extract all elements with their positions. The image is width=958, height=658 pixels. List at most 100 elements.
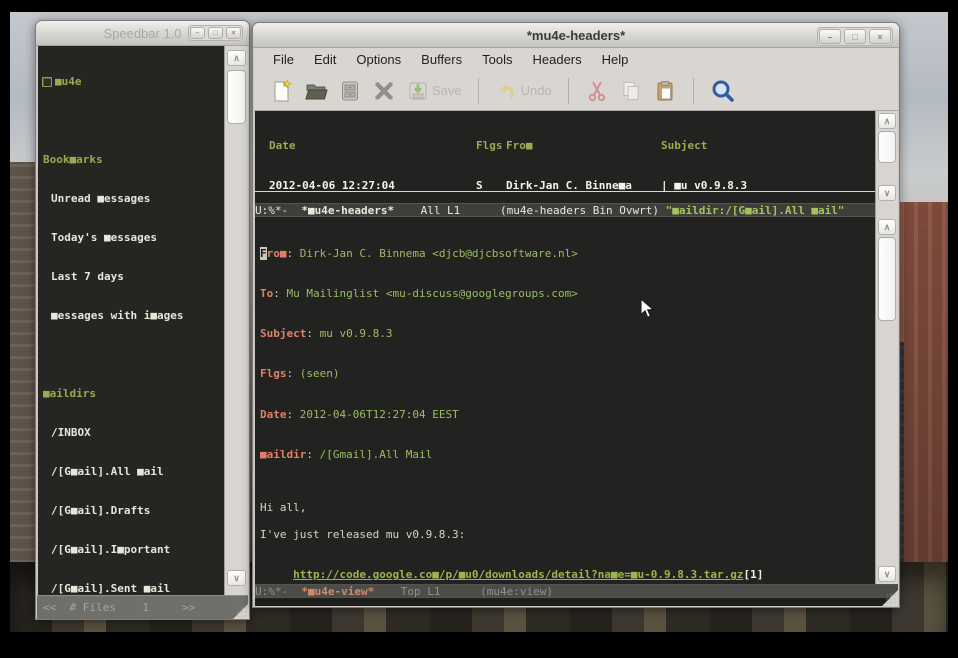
minimize-button[interactable]: – (819, 29, 841, 44)
footnote-ref: [1] (743, 568, 763, 581)
bookmarks-heading: Book■arks (38, 153, 224, 166)
menu-help[interactable]: Help (593, 50, 638, 69)
open-file-button[interactable] (304, 79, 328, 103)
undo-icon (495, 79, 519, 103)
mu4e-view-pane: Fro■: Dirk-Jan C. Binnema <djcb@djcbsoft… (255, 217, 875, 584)
scrollbar-thumb[interactable] (227, 70, 246, 124)
paste-button[interactable] (653, 79, 677, 103)
row-subject: | ■u v0.9.8.3 (661, 179, 875, 191)
scroll-down-button[interactable]: ∨ (227, 570, 246, 586)
field-maildir: ■aildir: /[Gmail].All Mail (260, 448, 875, 461)
speedbar-titlebar[interactable]: Speedbar 1.0 – □ × (36, 21, 249, 46)
column-flags: Flgs (476, 139, 506, 152)
resize-grip[interactable] (882, 590, 898, 606)
save-button-label: Save (432, 83, 462, 98)
menu-options[interactable]: Options (347, 50, 410, 69)
mu4e-headers-pane: Date Flgs Fro■ Subject 2012-04-06 12:27:… (255, 111, 875, 203)
undo-button[interactable]: Undo (495, 79, 552, 103)
column-date: Date (255, 139, 476, 152)
undo-button-label: Undo (521, 83, 552, 98)
close-icon (372, 79, 396, 103)
maildir-important[interactable]: /[G■ail].I■portant (38, 543, 224, 556)
maximize-button[interactable]: □ (844, 29, 866, 44)
field-flags: Flgs: (seen) (260, 367, 875, 380)
field-value: mu v0.9.8.3 (320, 327, 393, 340)
tag-icon (42, 77, 52, 87)
cut-button[interactable] (585, 79, 609, 103)
scroll-up-button[interactable]: ∧ (878, 113, 896, 129)
speedbar-root-mu4e[interactable]: ■u4e (38, 75, 224, 88)
emacs-frame-content: Date Flgs Fro■ Subject 2012-04-06 12:27:… (254, 111, 898, 606)
field-from: Fro■: Dirk-Jan C. Binnema <djcb@djcbsoft… (260, 247, 875, 260)
resize-grip[interactable] (233, 603, 249, 619)
speedbar-scrollbar[interactable]: ∧ ∨ (224, 46, 248, 596)
maildir-inbox[interactable]: /INBOX (38, 426, 224, 439)
toolbar-separator (568, 78, 569, 104)
dired-button[interactable] (338, 79, 362, 103)
row-from: Dirk-Jan C. Binne■a (506, 179, 661, 191)
menu-buffers[interactable]: Buffers (412, 50, 471, 69)
new-file-icon (270, 79, 294, 103)
headers-scrollbar-thumb[interactable] (878, 131, 896, 163)
maximize-button[interactable]: □ (208, 27, 223, 39)
field-label: ■aildir (260, 448, 306, 461)
menu-tools[interactable]: Tools (473, 50, 521, 69)
scroll-up-button[interactable]: ∧ (878, 219, 896, 235)
scroll-up-button[interactable]: ∧ (227, 50, 246, 66)
field-value: 2012-04-06T12:27:04 EEST (300, 408, 459, 421)
field-label: To (260, 287, 273, 300)
field-value: Dirk-Jan C. Binnema <djcb@djcbsoftware.n… (300, 247, 578, 260)
save-button[interactable]: Save (406, 79, 462, 103)
minimize-button[interactable]: – (190, 27, 205, 39)
copy-icon (619, 79, 643, 103)
modeline-flags: U:%*- (255, 204, 301, 217)
field-value: /[Gmail].All Mail (320, 448, 433, 461)
copy-button[interactable] (619, 79, 643, 103)
new-file-button[interactable] (270, 79, 294, 103)
desktop-wallpaper: Speedbar 1.0 – □ × ■u4e Book■arks Unread… (10, 12, 948, 632)
speedbar-window: Speedbar 1.0 – □ × ■u4e Book■arks Unread… (35, 20, 250, 620)
view-scrollbar-thumb[interactable] (878, 237, 896, 321)
open-folder-icon (304, 79, 328, 103)
field-label: Fro■ (260, 247, 287, 260)
menu-edit[interactable]: Edit (305, 50, 345, 69)
maildir-drafts[interactable]: /[G■ail].Drafts (38, 504, 224, 517)
close-button[interactable]: × (869, 29, 891, 44)
maildir-sent[interactable]: /[G■ail].Sent ■ail (38, 582, 224, 595)
menu-headers[interactable]: Headers (523, 50, 590, 69)
echo-area[interactable] (255, 598, 897, 606)
scroll-down-button[interactable]: ∨ (878, 566, 896, 582)
main-titlebar[interactable]: *mu4e-headers* – □ × (253, 23, 899, 48)
search-icon (710, 78, 736, 104)
speedbar-modeline: << # Files 1 >> (37, 595, 248, 619)
modeline-search-query: "■aildir:/[G■ail].All ■ail" (666, 204, 845, 217)
sidebar-item-images[interactable]: ■essages with i■ages (38, 309, 224, 322)
toolbar-separator (478, 78, 479, 104)
speedbar-root-label: ■u4e (55, 75, 82, 88)
scrollbar-column[interactable]: ∧ ∨ ∧ ∨ (875, 111, 898, 584)
close-button[interactable]: × (226, 27, 241, 39)
menu-file[interactable]: File (264, 50, 303, 69)
column-subject: Subject (661, 139, 875, 152)
field-label: Flgs (260, 367, 287, 380)
sidebar-item-today[interactable]: Today's ■essages (38, 231, 224, 244)
field-to: To: Mu Mailinglist <mu-discuss@googlegro… (260, 287, 875, 300)
column-from: Fro■ (506, 139, 661, 152)
sidebar-item-last7days[interactable]: Last 7 days (38, 270, 224, 283)
download-link[interactable]: http://code.google.co■/p/■u0/downloads/d… (293, 568, 743, 581)
modeline-buffer-name: *■u4e-view* (301, 585, 374, 598)
close-buffer-button[interactable] (372, 79, 396, 103)
modeline-modes: (mu4e-headers Bin Ovwrt) (500, 204, 666, 217)
modeline-position: Top L1 (mu4e:view) (374, 585, 553, 598)
sidebar-item-unread[interactable]: Unread ■essages (38, 192, 224, 205)
modeline-position: All L1 (394, 204, 500, 217)
maildir-all-mail[interactable]: /[G■ail].All ■ail (38, 465, 224, 478)
field-date: Date: 2012-04-06T12:27:04 EEST (260, 408, 875, 421)
scroll-down-button[interactable]: ∨ (878, 185, 896, 201)
row-flags: S (476, 179, 506, 191)
speedbar-list: ■u4e Book■arks Unread ■essages Today's ■… (38, 46, 224, 596)
message-body: Hi all, I've just released mu v0.9.8.3: (260, 488, 875, 542)
search-button[interactable] (710, 78, 736, 104)
header-row-selected[interactable]: 2012-04-06 12:27:04 S Dirk-Jan C. Binne■… (255, 179, 875, 192)
view-modeline: U:%*- *■u4e-view* Top L1 (mu4e:view) (255, 584, 898, 598)
